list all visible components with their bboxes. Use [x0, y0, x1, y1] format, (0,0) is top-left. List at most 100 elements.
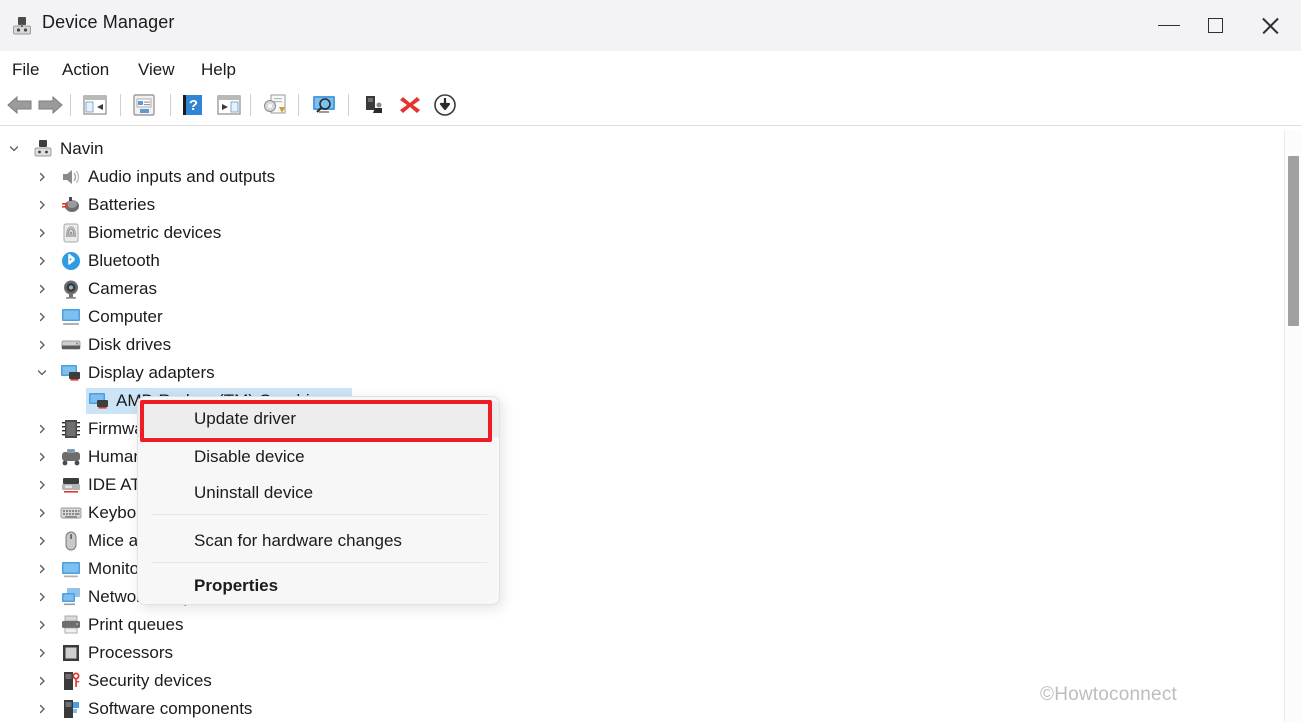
- show-hide-action-pane-icon[interactable]: [214, 90, 244, 120]
- tree-item-print-queues[interactable]: Print queues: [0, 611, 1255, 639]
- chevron-right-icon[interactable]: [34, 443, 50, 471]
- tree-item-label: Print queues: [88, 615, 184, 634]
- processor-icon: [60, 642, 82, 664]
- toolbar-separator: [250, 94, 251, 116]
- context-menu-item-update-driver[interactable]: Update driver: [138, 401, 499, 437]
- chevron-right-icon[interactable]: [34, 639, 50, 667]
- tree-item-display-adapters[interactable]: Display adapters: [0, 359, 1255, 387]
- menu-bar: [0, 51, 1301, 85]
- back-icon[interactable]: [5, 90, 35, 120]
- camera-icon: [60, 278, 82, 300]
- tree-item-label: Biometric devices: [88, 223, 222, 242]
- chevron-right-icon[interactable]: [34, 219, 50, 247]
- watermark: ©Howtoconnect: [1040, 684, 1178, 705]
- chevron-right-icon[interactable]: [34, 247, 50, 275]
- disk-drive-icon: [60, 334, 82, 356]
- minimize-button[interactable]: [1145, 0, 1192, 51]
- chevron-right-icon[interactable]: [34, 611, 50, 639]
- tree-item-label: Processors: [88, 643, 174, 662]
- chevron-right-icon[interactable]: [34, 163, 50, 191]
- tree-item-label: Cameras: [88, 279, 157, 298]
- device-manager-window: Device Manager File Action View Help ? N…: [0, 0, 1301, 722]
- help-icon[interactable]: ?: [178, 90, 208, 120]
- vertical-scrollbar[interactable]: [1284, 130, 1301, 722]
- toolbar-separator: [170, 94, 171, 116]
- monitor-icon: [60, 558, 82, 580]
- chevron-right-icon[interactable]: [34, 583, 50, 611]
- show-hide-console-tree-icon[interactable]: [80, 90, 110, 120]
- speaker-icon: [60, 166, 82, 188]
- chevron-right-icon[interactable]: [34, 695, 50, 722]
- add-legacy-hardware-icon[interactable]: [359, 90, 389, 120]
- tree-item-label: Audio inputs and outputs: [88, 167, 276, 186]
- update-driver-icon[interactable]: [261, 90, 291, 120]
- context-menu-separator: [152, 514, 487, 515]
- software-component-icon: [60, 698, 82, 720]
- monitor-icon: [60, 306, 82, 328]
- menu-file[interactable]: File: [12, 60, 39, 80]
- fingerprint-icon: [60, 222, 82, 244]
- bluetooth-icon: [60, 250, 82, 272]
- tree-item-label: Computer: [88, 307, 163, 326]
- battery-icon: [60, 194, 82, 216]
- firmware-icon: [60, 418, 82, 440]
- toolbar-separator: [120, 94, 121, 116]
- scan-for-hardware-changes-icon[interactable]: [309, 90, 339, 120]
- window-title: Device Manager: [42, 12, 175, 32]
- chevron-right-icon[interactable]: [34, 527, 50, 555]
- menu-view[interactable]: View: [138, 60, 175, 80]
- tree-item-label: Batteries: [88, 195, 156, 214]
- display-adapter-icon: [60, 362, 82, 384]
- tree-item-disk-drives[interactable]: Disk drives: [0, 331, 1255, 359]
- svg-text:?: ?: [189, 97, 198, 114]
- chevron-down-icon[interactable]: [34, 359, 50, 387]
- scrollbar-thumb[interactable]: [1288, 156, 1299, 326]
- context-menu-separator: [152, 562, 487, 563]
- context-menu-item-disable-device[interactable]: Disable device: [138, 439, 499, 475]
- disable-device-icon[interactable]: [430, 90, 460, 120]
- toolbar-separator: [70, 94, 71, 116]
- chevron-right-icon[interactable]: [34, 499, 50, 527]
- forward-icon[interactable]: [35, 90, 65, 120]
- properties-icon[interactable]: [129, 90, 159, 120]
- tree-item-cameras[interactable]: Cameras: [0, 275, 1255, 303]
- uninstall-device-icon[interactable]: [395, 90, 425, 120]
- network-adapter-icon: [60, 586, 82, 608]
- context-menu-item-scan-for-hardware-changes[interactable]: Scan for hardware changes: [138, 523, 499, 559]
- chevron-right-icon[interactable]: [34, 667, 50, 695]
- chevron-right-icon[interactable]: [34, 303, 50, 331]
- ide-controller-icon: [60, 474, 82, 496]
- chevron-right-icon[interactable]: [34, 191, 50, 219]
- context-menu-item-uninstall-device[interactable]: Uninstall device: [138, 475, 499, 511]
- menu-action[interactable]: Action: [62, 60, 109, 80]
- tree-item-label: Navin: [60, 139, 104, 158]
- tree-item-biometric-devices[interactable]: Biometric devices: [0, 219, 1255, 247]
- tree-item-audio-inputs-and-outputs[interactable]: Audio inputs and outputs: [0, 163, 1255, 191]
- tree-item-label: Software components: [88, 699, 253, 718]
- chevron-right-icon[interactable]: [34, 331, 50, 359]
- tree-item-navin[interactable]: Navin: [0, 135, 1255, 163]
- tree-item-label: Disk drives: [88, 335, 172, 354]
- close-button[interactable]: [1239, 0, 1301, 51]
- chevron-right-icon[interactable]: [34, 275, 50, 303]
- toolbar-separator: [348, 94, 349, 116]
- tree-item-label: Display adapters: [88, 363, 215, 382]
- security-device-icon: [60, 670, 82, 692]
- printer-icon: [60, 614, 82, 636]
- tree-item-bluetooth[interactable]: Bluetooth: [0, 247, 1255, 275]
- chevron-right-icon[interactable]: [34, 555, 50, 583]
- maximize-button[interactable]: [1192, 0, 1239, 51]
- context-menu: Update driver Disable device Uninstall d…: [137, 396, 500, 605]
- keyboard-icon: [60, 502, 82, 524]
- chevron-right-icon[interactable]: [34, 471, 50, 499]
- tree-item-processors[interactable]: Processors: [0, 639, 1255, 667]
- title-bar: Device Manager: [0, 0, 1301, 51]
- context-menu-item-properties[interactable]: Properties: [138, 568, 499, 604]
- display-adapter-icon: [88, 390, 110, 412]
- tree-item-batteries[interactable]: Batteries: [0, 191, 1255, 219]
- chevron-down-icon[interactable]: [6, 135, 22, 163]
- device-manager-icon: [10, 14, 34, 38]
- menu-help[interactable]: Help: [201, 60, 236, 80]
- tree-item-computer[interactable]: Computer: [0, 303, 1255, 331]
- chevron-right-icon[interactable]: [34, 415, 50, 443]
